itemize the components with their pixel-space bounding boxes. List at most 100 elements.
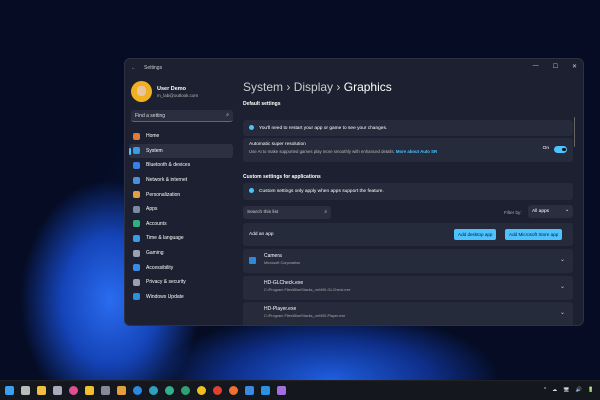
nav-item-system[interactable]: System (129, 144, 233, 159)
accessibility-icon (133, 264, 140, 271)
add-app-label: Add an app (249, 232, 274, 237)
find-setting-input[interactable]: Find a setting⌕ (131, 110, 233, 122)
nav-item-personalization[interactable]: Personalization (129, 187, 233, 202)
scrollbar[interactable] (574, 117, 576, 147)
nav-label: Home (146, 133, 159, 139)
title-bar: ← Settings (125, 59, 583, 77)
app-icon[interactable] (277, 386, 286, 395)
custom-settings-heading: Custom settings for applications (243, 174, 321, 180)
custom-notice-text: Custom settings only apply when apps sup… (259, 189, 384, 194)
chevron-down-icon[interactable]: ⌄ (560, 256, 565, 263)
privacy-security-icon (133, 279, 140, 286)
accounts-icon (133, 220, 140, 227)
info-icon (249, 188, 254, 193)
nav-label: Apps (146, 206, 157, 212)
paint-icon[interactable] (117, 386, 126, 395)
app-row[interactable]: HD-GLCheck.exeC:\Program Files\BlueStack… (243, 276, 573, 300)
nav-label: Time & language (146, 235, 184, 241)
user-name: User Demo (157, 86, 186, 92)
taskbar: ^ ☁ 🖥 🔊 🔋 (0, 380, 600, 400)
nav-label: Accessibility (146, 265, 173, 271)
edge-dev-icon[interactable] (165, 386, 174, 395)
auto-sr-link[interactable]: More about Auto SR (396, 149, 437, 154)
nav-item-apps[interactable]: Apps (129, 202, 233, 217)
chrome-canary-icon[interactable] (197, 386, 206, 395)
terminal-icon[interactable] (101, 386, 110, 395)
nav-item-time-language[interactable]: Time & language (129, 231, 233, 246)
network-internet-icon (133, 177, 140, 184)
minimize-button[interactable]: — (533, 63, 539, 70)
tray-icon[interactable]: 🔊 (576, 387, 582, 393)
search-list-placeholder: Search this list (247, 210, 278, 215)
app-name: HD-GLCheck.exe (264, 280, 573, 286)
nav-item-privacy-security[interactable]: Privacy & security (129, 275, 233, 290)
chevron-down-icon[interactable]: ⌄ (560, 283, 565, 290)
nav-label: Network & internet (146, 177, 187, 183)
bluetooth-devices-icon (133, 162, 140, 169)
file-explorer-icon[interactable] (85, 386, 94, 395)
search-list-input[interactable]: Search this list⌕ (243, 206, 331, 219)
app-name: HD-Player.exe (264, 306, 573, 312)
copilot-icon[interactable] (69, 386, 78, 395)
start-icon[interactable] (5, 386, 14, 395)
auto-sr-toggle[interactable] (554, 146, 567, 153)
edge-icon[interactable] (133, 386, 142, 395)
windows-update-icon (133, 293, 140, 300)
avatar[interactable] (131, 81, 152, 102)
system-icon (133, 147, 140, 154)
system-tray: ^ ☁ 🖥 🔊 🔋 (544, 387, 594, 393)
chevron-down-icon[interactable]: ⌄ (560, 309, 565, 316)
nav-label: Accounts (146, 221, 167, 227)
nav-list: Home System Bluetooth & devices Network & i… (129, 129, 233, 304)
breadcrumb-display[interactable]: Display (294, 80, 333, 94)
breadcrumb-graphics: Graphics (344, 80, 392, 94)
nav-item-accessibility[interactable]: Accessibility (129, 260, 233, 275)
settings-window: ← Settings — ☐ ✕ User Demo m_lab@outlook… (124, 58, 584, 326)
time-language-icon (133, 235, 140, 242)
personalization-icon (133, 191, 140, 198)
window-title: Settings (144, 65, 162, 71)
maximize-button[interactable]: ☐ (553, 63, 558, 70)
tray-icon[interactable]: ^ (544, 387, 546, 393)
settings-icon[interactable] (53, 386, 62, 395)
filter-value: All apps (532, 209, 549, 214)
nav-label: Personalization (146, 192, 180, 198)
nav-item-home[interactable]: Home (129, 129, 233, 144)
filter-label: Filter by: (504, 210, 522, 215)
task-view-icon[interactable] (21, 386, 30, 395)
filter-dropdown[interactable]: All apps⌄ (528, 205, 573, 218)
back-button[interactable]: ← (131, 65, 136, 71)
tray-icon[interactable]: 🔋 (588, 387, 594, 393)
close-button[interactable]: ✕ (572, 63, 577, 70)
nav-label: Bluetooth & devices (146, 162, 190, 168)
firefox-icon[interactable] (229, 386, 238, 395)
add-app-row: Add an app Add desktop app Add Microsoft… (243, 223, 573, 246)
tray-icon[interactable]: 🖥 (563, 387, 569, 393)
chrome-icon[interactable] (213, 386, 222, 395)
edge-beta-icon[interactable] (149, 386, 158, 395)
app-row[interactable]: CameraMicrosoft Corporation⌄ (243, 249, 573, 273)
nav-label: Privacy & security (146, 279, 186, 285)
add-store-app-button[interactable]: Add Microsoft Store app (505, 229, 562, 240)
edge-canary-icon[interactable] (181, 386, 190, 395)
breadcrumb-separator: › (286, 80, 290, 94)
camera-icon (249, 257, 256, 264)
user-email: m_lab@outlook.com (157, 93, 198, 98)
tray-icon[interactable]: ☁ (552, 387, 557, 393)
add-desktop-app-button[interactable]: Add desktop app (454, 229, 496, 240)
nav-item-bluetooth-devices[interactable]: Bluetooth & devices (129, 158, 233, 173)
nav-item-network-internet[interactable]: Network & internet (129, 173, 233, 188)
nav-item-windows-update[interactable]: Windows Update (129, 290, 233, 305)
nav-item-accounts[interactable]: Accounts (129, 217, 233, 232)
auto-sr-desc: Use AI to make supported games play more… (249, 149, 395, 154)
breadcrumb-system[interactable]: System (243, 80, 283, 94)
search-placeholder: Find a setting (135, 113, 165, 119)
app-row[interactable]: HD-Player.exeC:\Program Files\BlueStacks… (243, 302, 573, 326)
nav-item-gaming[interactable]: Gaming (129, 246, 233, 261)
default-settings-heading: Default settings (243, 101, 281, 107)
store-icon[interactable] (261, 386, 270, 395)
notepad-icon[interactable] (245, 386, 254, 395)
gaming-icon (133, 250, 140, 257)
widgets-icon[interactable] (37, 386, 46, 395)
toggle-state: On (543, 146, 549, 151)
